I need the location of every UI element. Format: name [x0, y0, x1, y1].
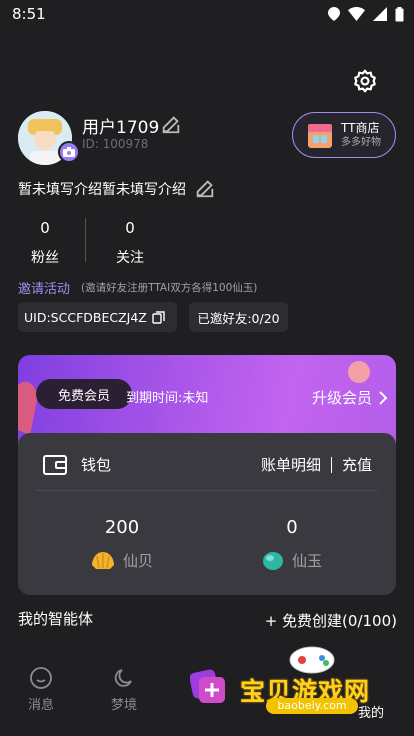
- watermark-url: baobeiy.com: [266, 698, 358, 714]
- free-create-button[interactable]: + 免费创建(0/100): [265, 610, 397, 631]
- edit-bio-button[interactable]: [194, 177, 216, 203]
- status-bar: 8:51: [0, 0, 414, 28]
- following-count: 0: [125, 219, 135, 237]
- wifi-icon: [348, 7, 365, 21]
- user-id: ID: 100978: [82, 137, 149, 151]
- edit-name-button[interactable]: [160, 113, 182, 139]
- copy-icon: [152, 310, 165, 324]
- edit-icon: [196, 180, 214, 198]
- recharge-link[interactable]: 充值: [342, 454, 372, 475]
- change-avatar-button[interactable]: [58, 141, 80, 163]
- settings-button[interactable]: [350, 66, 380, 96]
- followers-label: 粉丝: [31, 250, 59, 266]
- xianyu-label: 仙玉: [291, 552, 322, 570]
- create-plus-icon[interactable]: [190, 668, 226, 704]
- vip-expire-text: 到期时间:未知: [126, 391, 209, 406]
- wallet-divider: [36, 490, 378, 491]
- bio-text: 暂未填写介绍暂未填写介绍: [18, 182, 186, 198]
- wallet-icon: [43, 454, 67, 475]
- uid-text: UID:SCCFDBECZJ4Z: [24, 309, 147, 325]
- message-icon: [30, 667, 52, 689]
- moon-icon: [114, 669, 132, 687]
- shop-icon: [308, 124, 332, 148]
- location-icon: [328, 7, 340, 21]
- uid-copy-chip[interactable]: UID:SCCFDBECZJ4Z: [18, 302, 177, 332]
- xianyu-value: 0: [286, 517, 298, 538]
- shop-subtitle: 多多好物: [341, 137, 381, 148]
- xianyu-label-row: 仙玉: [217, 550, 367, 571]
- xianyu-balance[interactable]: 0 仙玉: [217, 517, 367, 571]
- jade-icon: [262, 551, 283, 570]
- gear-icon: [354, 69, 376, 93]
- followers-stat[interactable]: 0 粉丝: [15, 219, 75, 267]
- bill-details-link[interactable]: 账单明细: [261, 454, 321, 475]
- my-agents-title: 我的智能体: [18, 610, 94, 628]
- wallet-title: 钱包: [81, 456, 112, 474]
- nav-dream-label: 梦境: [110, 698, 137, 713]
- wallet-header[interactable]: 钱包: [43, 454, 111, 475]
- status-icons: [328, 6, 404, 22]
- invited-friends-chip[interactable]: 已邀好友:0/20: [189, 302, 288, 332]
- invite-activity-link[interactable]: 邀请活动: [18, 278, 70, 297]
- upgrade-vip-button[interactable]: 升级会员: [312, 387, 388, 408]
- status-time: 8:51: [12, 5, 46, 23]
- nav-mine-label[interactable]: 我的: [358, 702, 384, 721]
- invited-text: 已邀好友:0/20: [197, 310, 280, 326]
- following-label: 关注: [116, 250, 144, 266]
- upgrade-label: 升级会员: [311, 389, 372, 407]
- shell-icon: [91, 551, 114, 569]
- free-member-badge: 免费会员: [36, 379, 132, 409]
- chevron-right-icon: [379, 390, 388, 405]
- shop-title: TT商店: [341, 121, 380, 135]
- gamepad-mascot-icon: [289, 646, 335, 674]
- xianbei-label: 仙贝: [122, 552, 153, 570]
- wallet-card: 钱包 账单明细 充值 200 仙贝 0 仙玉: [18, 433, 396, 595]
- wallet-actions: 账单明细 充值: [261, 454, 372, 475]
- invite-description: (邀请好友注册TTAI双方各得100仙玉): [81, 282, 258, 294]
- nav-messages[interactable]: 消息: [11, 666, 71, 713]
- nav-dream[interactable]: 梦境: [94, 666, 154, 713]
- wallet-action-separator: [330, 456, 332, 473]
- edit-icon: [162, 116, 180, 134]
- battery-icon: [395, 6, 404, 21]
- xianbei-balance[interactable]: 200 仙贝: [47, 517, 197, 571]
- followers-count: 0: [40, 219, 50, 237]
- signal-icon: [373, 7, 387, 21]
- stat-divider: [85, 218, 86, 262]
- nav-messages-label: 消息: [27, 698, 54, 713]
- following-stat[interactable]: 0 关注: [100, 219, 160, 267]
- xianbei-value: 200: [104, 517, 140, 538]
- xianbei-label-row: 仙贝: [47, 550, 197, 571]
- username: 用户1709: [82, 118, 160, 138]
- camera-icon: [63, 147, 75, 157]
- tt-shop-button[interactable]: TT商店 多多好物: [292, 112, 396, 158]
